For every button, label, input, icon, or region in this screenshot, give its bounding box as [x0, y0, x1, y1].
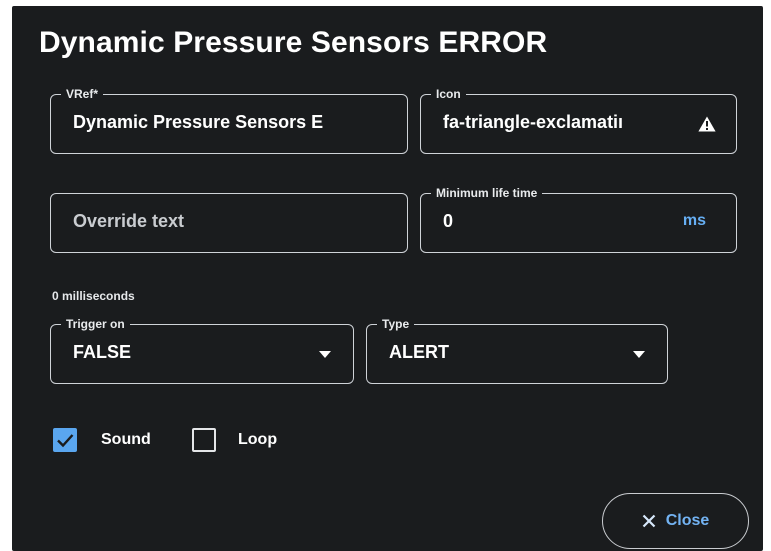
icon-field[interactable]: Icon fa-triangle-exclamatiı	[420, 87, 737, 154]
minimum-life-time-field[interactable]: Minimum life time 0 ms	[420, 186, 737, 253]
chevron-down-icon	[319, 351, 331, 358]
type-select[interactable]: Type ALERT	[366, 317, 668, 384]
dialog-title: Dynamic Pressure Sensors ERROR	[39, 26, 548, 59]
triangle-exclamation-icon	[698, 116, 716, 132]
minimum-life-time-helper: 0 milliseconds	[52, 289, 135, 303]
vref-value: Dynamic Pressure Sensors E	[73, 112, 324, 132]
minimum-life-time-label: Minimum life time	[431, 186, 543, 200]
sound-label[interactable]: Sound	[101, 431, 151, 449]
close-icon	[642, 514, 655, 528]
override-text-placeholder: Override text	[73, 211, 185, 231]
vref-label: VRef*	[61, 87, 104, 101]
trigger-on-value: FALSE	[73, 342, 132, 362]
type-label: Type	[377, 317, 415, 331]
loop-label[interactable]: Loop	[238, 431, 277, 449]
close-button[interactable]: Close	[602, 493, 749, 549]
close-button-label: Close	[665, 512, 710, 529]
trigger-on-label: Trigger on	[61, 317, 130, 331]
loop-checkbox[interactable]	[192, 428, 216, 452]
icon-value: fa-triangle-exclamatiı	[443, 112, 624, 132]
trigger-on-select[interactable]: Trigger on FALSE	[50, 317, 354, 384]
icon-label: Icon	[431, 87, 466, 101]
override-text-field[interactable]: Override text	[50, 193, 408, 253]
chevron-down-icon	[633, 351, 645, 358]
unit-ms-label: ms	[682, 212, 706, 229]
dialog: Dynamic Pressure Sensors ERROR VRef* Dyn…	[12, 6, 763, 551]
sound-checkbox[interactable]	[53, 428, 77, 452]
checkmark-icon	[57, 434, 74, 448]
vref-field[interactable]: VRef* Dynamic Pressure Sensors E	[50, 87, 408, 154]
type-value: ALERT	[389, 342, 449, 362]
minimum-life-time-value: 0	[443, 211, 454, 231]
